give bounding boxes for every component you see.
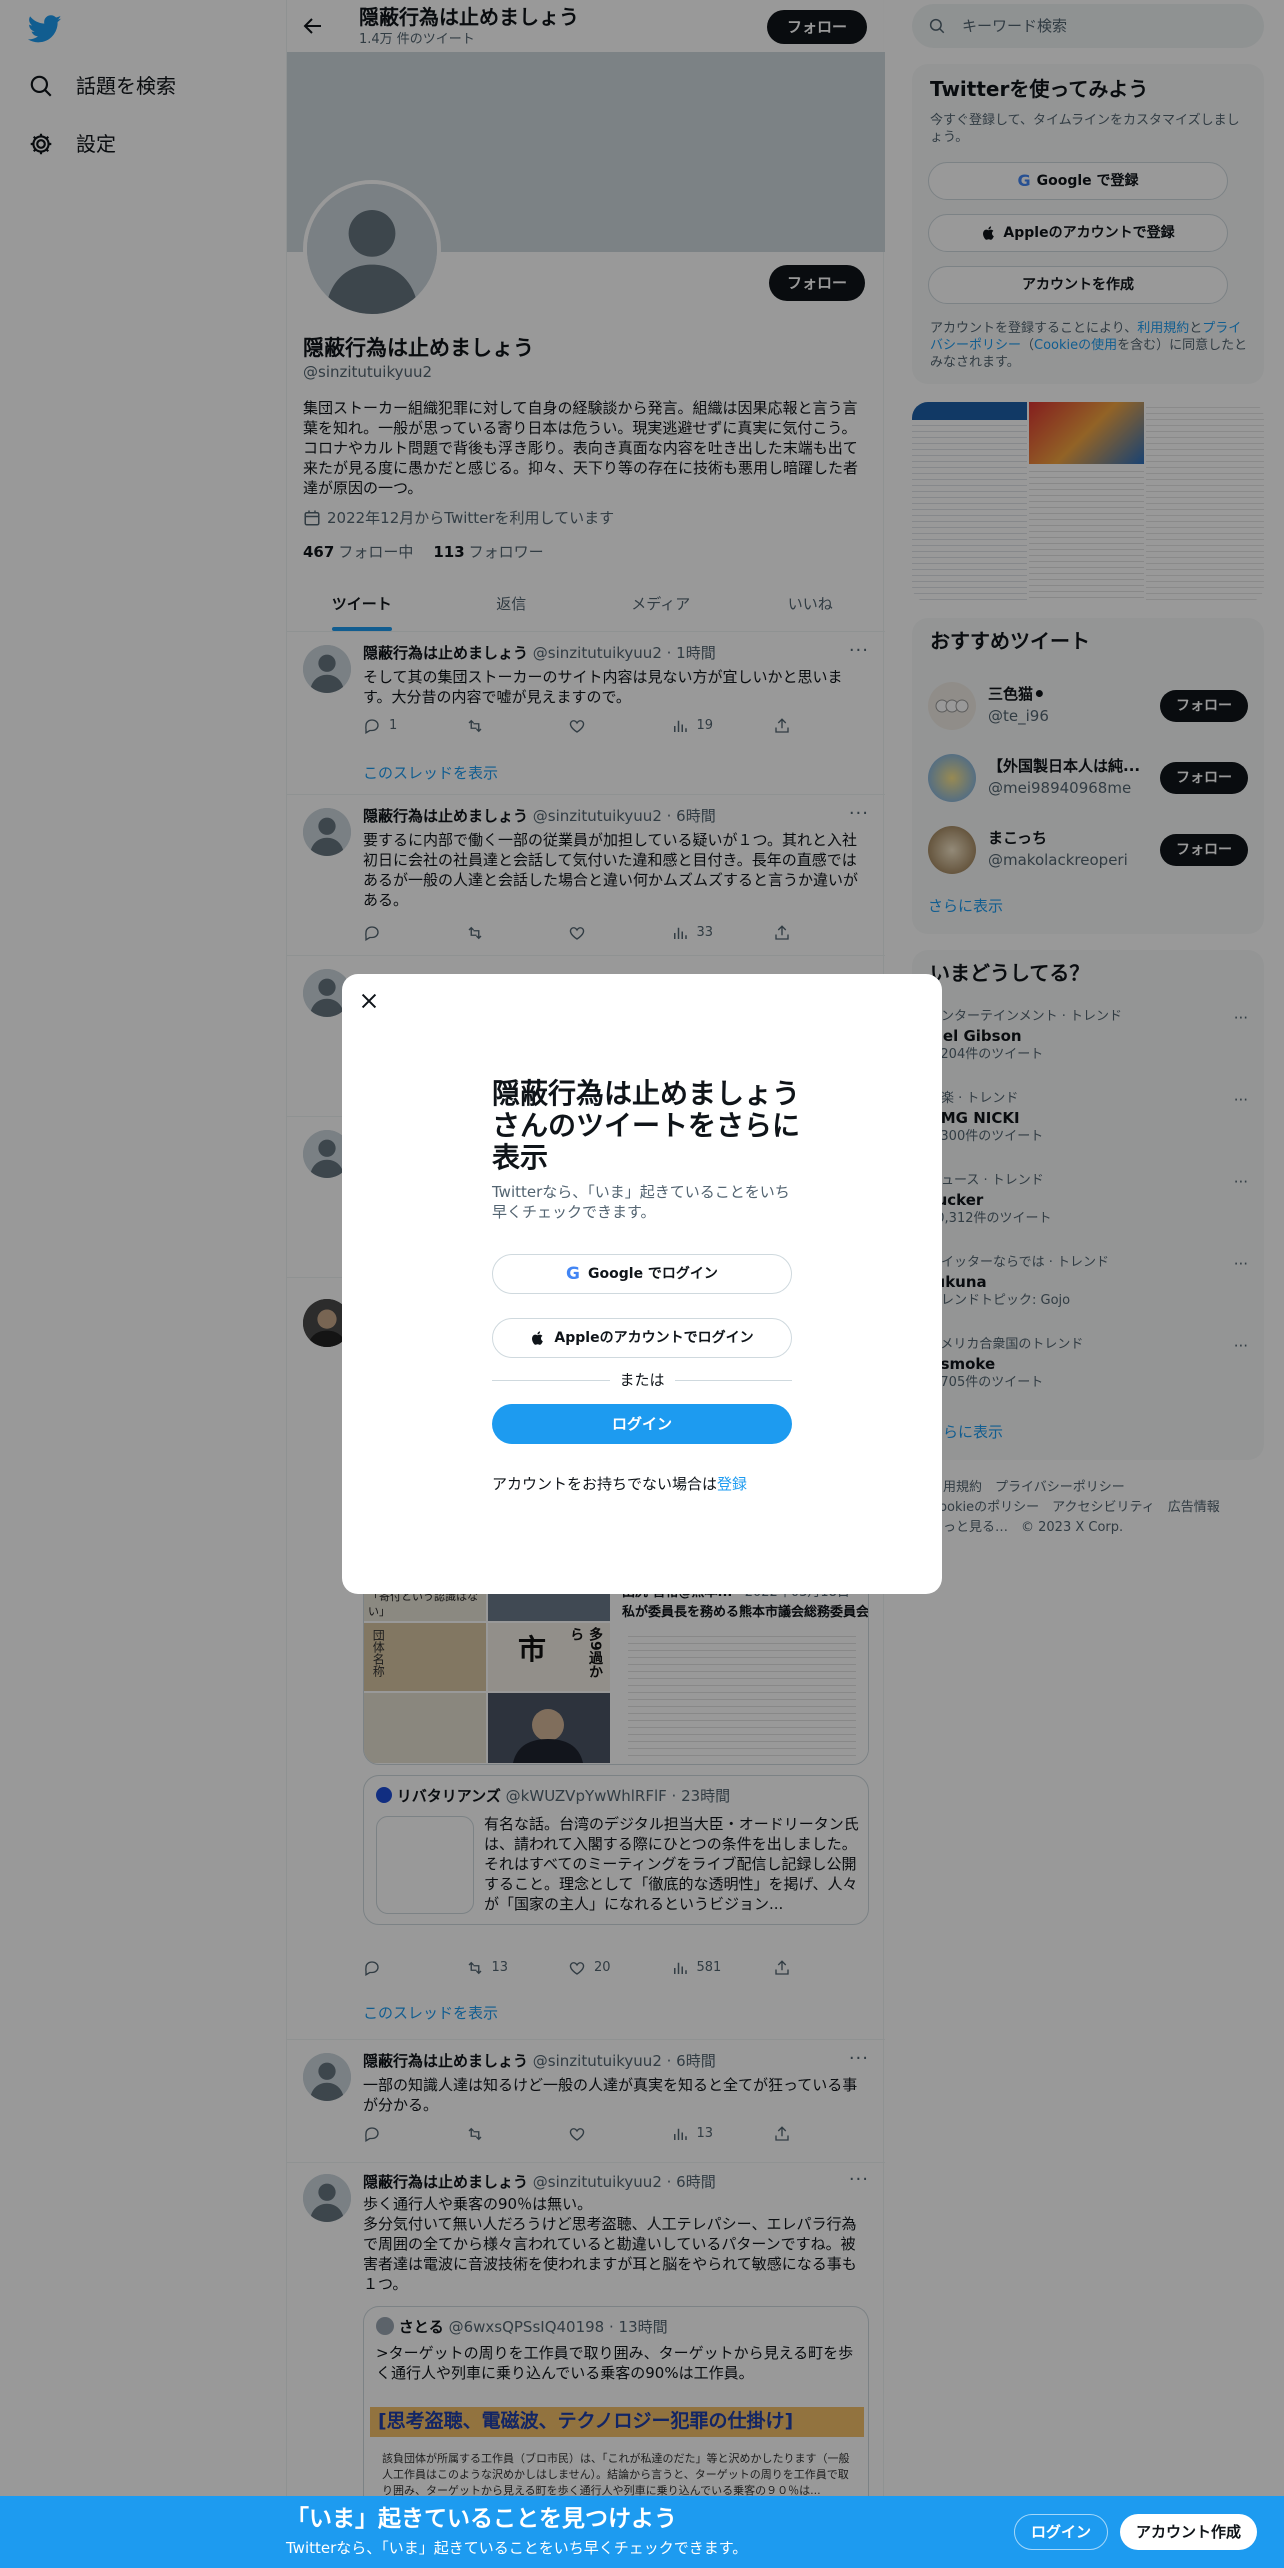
- close-icon[interactable]: [358, 990, 380, 1012]
- bottom-login-button[interactable]: ログイン: [1014, 2514, 1109, 2550]
- login-button[interactable]: ログイン: [492, 1404, 792, 1444]
- or-label: または: [619, 1371, 665, 1389]
- no-account-text: アカウントをお持ちでない場合は: [492, 1475, 718, 1493]
- modal-title: 隠蔽行為は止めましょうさんのツイートをさらに表示: [492, 1077, 801, 1174]
- apple-icon: [532, 1331, 544, 1345]
- bottom-bar-subtitle: Twitterなら、「いま」起きていることをいち早くチェックできます。: [286, 2539, 748, 2557]
- modal-subtitle: Twitterなら、「いま」起きていることをいち早くチェックできます。: [492, 1183, 790, 1221]
- google-login-button[interactable]: G Google でログイン: [492, 1254, 792, 1294]
- bottom-signup-bar: 「いま」起きていることを見つけよう Twitterなら、「いま」起きていることを…: [0, 2496, 1284, 2568]
- bottom-signup-button[interactable]: アカウント作成: [1120, 2514, 1258, 2550]
- modal-signup-prompt: アカウントをお持ちでない場合は登録: [492, 1474, 747, 1494]
- login-modal: 隠蔽行為は止めましょうさんのツイートをさらに表示 Twitterなら、「いま」起…: [342, 974, 942, 1594]
- modal-divider: または: [492, 1370, 793, 1390]
- google-icon: G: [566, 1263, 581, 1284]
- apple-login-label: Appleのアカウントでログイン: [554, 1329, 754, 1346]
- apple-login-button[interactable]: Appleのアカウントでログイン: [492, 1318, 792, 1358]
- google-login-label: Google でログイン: [588, 1265, 718, 1282]
- bottom-bar-title: 「いま」起きていることを見つけよう: [286, 2506, 677, 2532]
- signup-link[interactable]: 登録: [717, 1475, 747, 1493]
